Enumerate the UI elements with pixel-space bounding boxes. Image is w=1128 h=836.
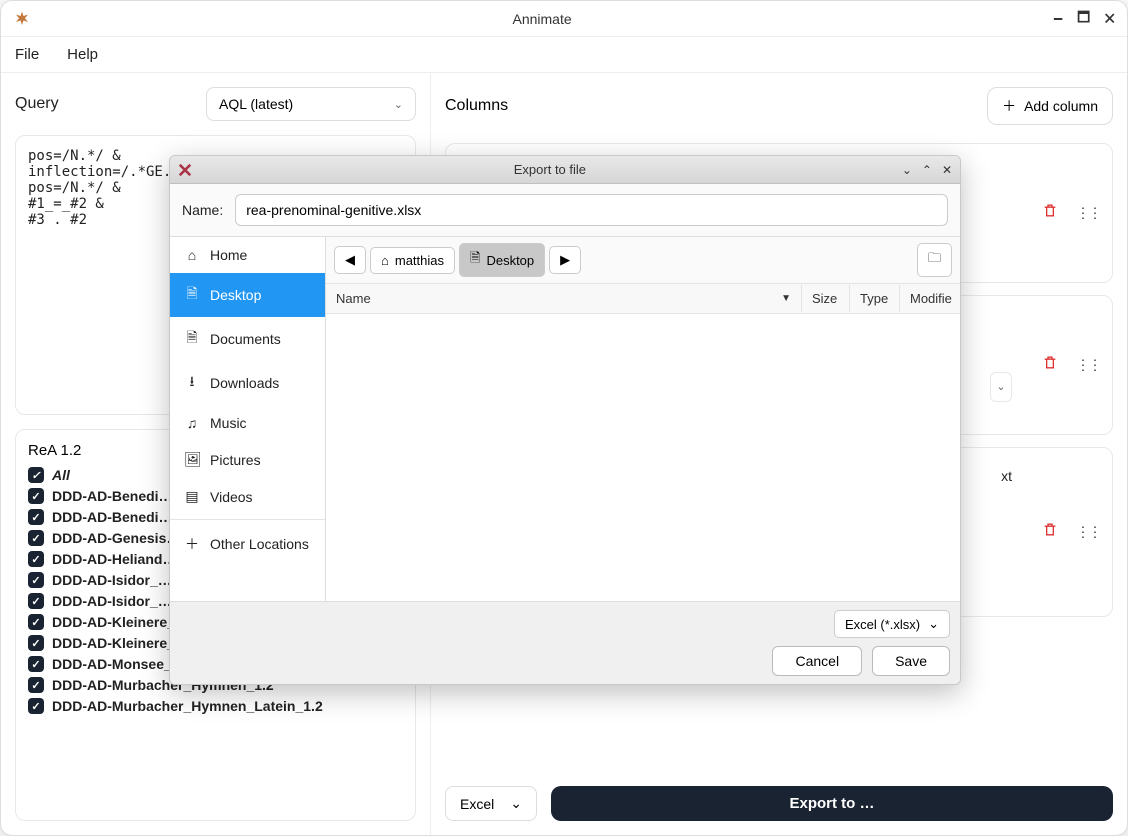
corpus-item-label: DDD-AD-Murbacher_Hymnen_Latein_1.2 [52, 698, 323, 714]
corpus-item-label: DDD-AD-Heliand… [52, 551, 176, 567]
corpus-item-label: All [52, 467, 70, 483]
minimize-icon[interactable]: 🗕 [1053, 7, 1063, 31]
menubar: File Help [1, 37, 1127, 73]
drag-handle-icon[interactable]: ⋮⋮ [1076, 357, 1100, 374]
new-folder-button[interactable]: 🗀 [917, 243, 952, 277]
sort-desc-icon: ▼ [781, 293, 791, 304]
col-type[interactable]: Type [850, 285, 900, 312]
file-dialog: Export to file ⌄ ⌃ ✕ Name: ⌂ Home 🗎 Desk… [169, 155, 961, 685]
dialog-close-icon[interactable]: ✕ [942, 163, 952, 177]
path-segment-user[interactable]: ⌂ matthias [370, 247, 455, 274]
dialog-titlebar: Export to file ⌄ ⌃ ✕ [170, 156, 960, 184]
home-icon: ⌂ [381, 253, 389, 268]
trash-icon[interactable] [1042, 355, 1058, 376]
col-size[interactable]: Size [802, 285, 850, 312]
chevron-down-icon: ⌄ [510, 795, 522, 812]
corpus-item-label: DDD-AD-Benedi… [52, 509, 173, 525]
checkbox-icon: ✓ [28, 530, 44, 546]
picture-icon: 🖼 [184, 451, 200, 468]
menu-file[interactable]: File [15, 46, 39, 63]
trash-icon[interactable] [1042, 522, 1058, 543]
checkbox-icon: ✓ [28, 677, 44, 693]
download-icon: ⭳ [184, 371, 200, 395]
checkbox-icon: ✓ [28, 698, 44, 714]
checkbox-icon: ✓ [28, 593, 44, 609]
checkbox-icon: ✓ [28, 467, 44, 483]
column-text-label: xt [1001, 468, 1012, 484]
checkbox-icon: ✓ [28, 551, 44, 567]
corpus-item-label: DDD-AD-Genesis… [52, 530, 180, 546]
query-language-value: AQL (latest) [219, 96, 293, 112]
sidebar-item-home[interactable]: ⌂ Home [170, 237, 325, 273]
col-name[interactable]: Name ▼ [326, 285, 802, 312]
x11-icon [178, 163, 192, 177]
corpus-item-label: DDD-AD-Isidor_… [52, 572, 172, 588]
file-icon: 🗎 [184, 327, 200, 351]
maximize-icon[interactable]: 🗖 [1077, 7, 1090, 31]
home-icon: ⌂ [184, 247, 200, 263]
checkbox-icon: ✓ [28, 509, 44, 525]
sidebar-item-desktop[interactable]: 🗎 Desktop [170, 273, 325, 317]
path-segment-current[interactable]: 🗎 Desktop [459, 243, 545, 277]
file-icon: 🗎 [470, 249, 480, 271]
path-forward-button[interactable]: ▶ [549, 246, 581, 274]
filename-input[interactable] [235, 194, 948, 226]
export-format-select[interactable]: Excel ⌄ [445, 786, 537, 821]
col-modified[interactable]: Modifie [900, 285, 960, 312]
sidebar-item-music[interactable]: ♫ Music [170, 405, 325, 441]
columns-heading: Columns [445, 97, 508, 115]
sidebar-item-pictures[interactable]: 🖼 Pictures [170, 441, 325, 478]
query-heading: Query [15, 95, 59, 113]
music-icon: ♫ [184, 415, 200, 431]
trash-icon[interactable] [1042, 203, 1058, 224]
drag-handle-icon[interactable]: ⋮⋮ [1076, 205, 1100, 222]
sidebar-item-downloads[interactable]: ⭳ Downloads [170, 361, 325, 405]
dialog-minimize-icon[interactable]: ⌄ [902, 163, 912, 177]
close-icon[interactable]: 🗙 [1104, 7, 1115, 31]
checkbox-icon: ✓ [28, 635, 44, 651]
sidebar-item-videos[interactable]: ▤ Videos [170, 478, 325, 515]
corpus-item[interactable]: ✓ DDD-AD-Murbacher_Hymnen_Latein_1.2 [28, 698, 403, 714]
app-logo-icon [13, 10, 31, 28]
add-column-label: Add column [1024, 98, 1098, 114]
checkbox-icon: ✓ [28, 488, 44, 504]
dialog-pathbar: ◀ ⌂ matthias 🗎 Desktop ▶ 🗀 [326, 237, 960, 284]
checkbox-icon: ✓ [28, 614, 44, 630]
cancel-button[interactable]: Cancel [772, 646, 862, 676]
export-button[interactable]: Export to … [551, 786, 1113, 821]
add-column-button[interactable]: ＋ Add column [987, 87, 1113, 125]
drag-handle-icon[interactable]: ⋮⋮ [1076, 524, 1100, 541]
checkbox-icon: ✓ [28, 572, 44, 588]
file-icon: 🗎 [184, 283, 200, 307]
chevron-down-icon: ⌄ [928, 616, 939, 632]
sidebar-item-other[interactable]: ＋ Other Locations [170, 524, 325, 564]
file-type-select[interactable]: Excel (*.xlsx) ⌄ [834, 610, 950, 638]
corpus-item-label: DDD-AD-Isidor_… [52, 593, 172, 609]
app-window: Annimate 🗕 🗖 🗙 File Help Query AQL (late… [0, 0, 1128, 836]
dialog-title: Export to file [198, 162, 902, 177]
chevron-down-icon: ⌄ [394, 98, 403, 111]
app-title: Annimate [31, 11, 1053, 27]
save-button[interactable]: Save [872, 646, 950, 676]
plus-icon: ＋ [1002, 96, 1016, 116]
checkbox-icon: ✓ [28, 656, 44, 672]
file-list-area[interactable] [326, 314, 960, 601]
video-icon: ▤ [184, 488, 200, 505]
export-format-value: Excel [460, 796, 494, 812]
chevron-down-icon[interactable]: ⌄ [990, 372, 1012, 402]
filename-label: Name: [182, 202, 223, 218]
dialog-maximize-icon[interactable]: ⌃ [922, 163, 932, 177]
dialog-sidebar: ⌂ Home 🗎 Desktop 🗎 Documents ⭳ Downloads… [170, 237, 326, 601]
query-language-select[interactable]: AQL (latest) ⌄ [206, 87, 416, 121]
corpus-item-label: DDD-AD-Benedi… [52, 488, 173, 504]
file-table-header: Name ▼ Size Type Modifie [326, 284, 960, 314]
path-back-button[interactable]: ◀ [334, 246, 366, 274]
menu-help[interactable]: Help [67, 46, 98, 63]
titlebar: Annimate 🗕 🗖 🗙 [1, 1, 1127, 37]
plus-icon: ＋ [184, 534, 200, 554]
sidebar-item-documents[interactable]: 🗎 Documents [170, 317, 325, 361]
